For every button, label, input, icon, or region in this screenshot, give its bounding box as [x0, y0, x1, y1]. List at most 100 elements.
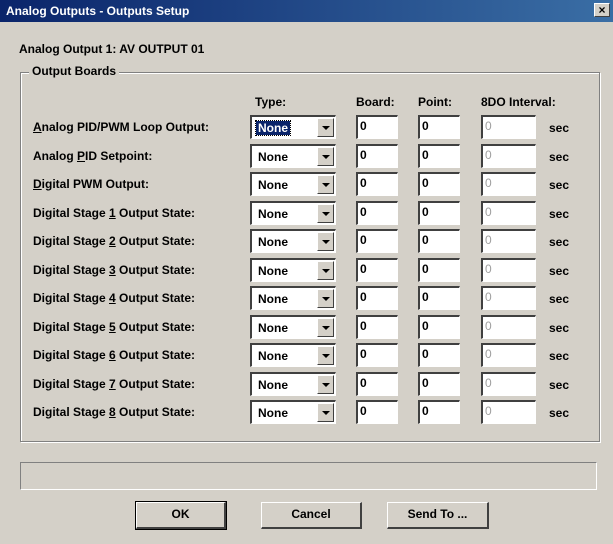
cancel-button[interactable]: Cancel — [261, 502, 362, 529]
row-label-text: Analog — [33, 149, 77, 163]
row-label-accelerator: 8 — [109, 405, 116, 419]
board-field[interactable]: 0 — [356, 258, 398, 282]
chevron-down-icon[interactable] — [317, 289, 334, 308]
interval-field: 0 — [481, 343, 536, 367]
point-field[interactable]: 0 — [418, 144, 460, 168]
row-label: Digital Stage 6 Output State: — [33, 348, 195, 362]
interval-unit: sec — [549, 207, 570, 221]
row-label-text: ID Setpoint: — [85, 149, 153, 163]
interval-unit: sec — [549, 178, 570, 192]
board-field[interactable]: 0 — [356, 286, 398, 310]
type-select[interactable]: None — [250, 286, 336, 310]
ok-button[interactable]: OK — [135, 501, 227, 530]
board-field[interactable]: 0 — [356, 343, 398, 367]
type-select[interactable]: None — [250, 229, 336, 253]
type-select[interactable]: None — [250, 400, 336, 424]
row-label-text: igital PWM Output: — [41, 177, 149, 191]
title-bar[interactable]: Analog Outputs - Outputs Setup × — [0, 0, 613, 22]
board-field[interactable]: 0 — [356, 315, 398, 339]
type-select[interactable]: None — [250, 315, 336, 339]
board-field[interactable]: 0 — [356, 372, 398, 396]
send-to-button[interactable]: Send To ... — [387, 502, 489, 529]
interval-unit: sec — [549, 406, 570, 420]
status-bar — [20, 462, 597, 490]
point-field[interactable]: 0 — [418, 343, 460, 367]
point-field[interactable]: 0 — [418, 115, 460, 139]
type-select[interactable]: None — [250, 201, 336, 225]
row-label: Digital Stage 2 Output State: — [33, 234, 195, 248]
type-select[interactable]: None — [250, 372, 336, 396]
point-field[interactable]: 0 — [418, 229, 460, 253]
point-field[interactable]: 0 — [418, 372, 460, 396]
chevron-down-icon[interactable] — [317, 261, 334, 280]
row-label: Digital Stage 1 Output State: — [33, 206, 195, 220]
board-field[interactable]: 0 — [356, 229, 398, 253]
chevron-down-icon[interactable] — [317, 204, 334, 223]
board-column-header: Board: — [356, 95, 395, 109]
type-select-value: None — [258, 178, 288, 192]
row-label-text: Digital Stage — [33, 348, 110, 362]
chevron-down-icon[interactable] — [317, 147, 334, 166]
interval-unit: sec — [549, 349, 570, 363]
row-label-text: Digital Stage — [33, 206, 110, 220]
row-label-text: Digital Stage — [33, 234, 110, 248]
interval-unit: sec — [549, 121, 570, 135]
point-field[interactable]: 0 — [418, 315, 460, 339]
row-label-accelerator: 4 — [109, 291, 116, 305]
row-label-accelerator: A — [33, 120, 42, 134]
row-label-text: Output State: — [115, 291, 196, 305]
row-label-text: Digital Stage — [33, 263, 110, 277]
interval-unit: sec — [549, 235, 570, 249]
row-label-accelerator: P — [77, 149, 86, 163]
type-select[interactable]: None — [250, 258, 336, 282]
board-field[interactable]: 0 — [356, 201, 398, 225]
chevron-down-icon[interactable] — [317, 375, 334, 394]
chevron-down-icon[interactable] — [317, 318, 334, 337]
row-label: Digital Stage 7 Output State: — [33, 377, 195, 391]
type-select[interactable]: None — [250, 172, 336, 196]
close-button[interactable]: × — [594, 3, 610, 17]
board-field[interactable]: 0 — [356, 400, 398, 424]
interval-unit: sec — [549, 321, 570, 335]
row-label-text: Output State: — [115, 263, 196, 277]
point-field[interactable]: 0 — [418, 400, 460, 424]
chevron-down-icon[interactable] — [317, 175, 334, 194]
row-label-accelerator: 6 — [109, 348, 116, 362]
type-select-value: None — [258, 378, 288, 392]
row-label: Digital Stage 4 Output State: — [33, 291, 195, 305]
row-label-accelerator: 7 — [109, 377, 116, 391]
point-field[interactable]: 0 — [418, 201, 460, 225]
board-field[interactable]: 0 — [356, 115, 398, 139]
interval-field: 0 — [481, 144, 536, 168]
close-icon: × — [598, 3, 606, 17]
chevron-down-icon[interactable] — [317, 346, 334, 365]
row-label-accelerator: 1 — [109, 206, 116, 220]
row-label-text: Digital Stage — [33, 320, 110, 334]
point-field[interactable]: 0 — [418, 286, 460, 310]
interval-field: 0 — [481, 286, 536, 310]
row-label-text: Digital Stage — [33, 377, 110, 391]
type-select[interactable]: None — [250, 144, 336, 168]
interval-field: 0 — [481, 172, 536, 196]
board-field[interactable]: 0 — [356, 144, 398, 168]
type-select[interactable]: None — [250, 115, 336, 139]
point-field[interactable]: 0 — [418, 172, 460, 196]
row-label-text: Output State: — [115, 348, 196, 362]
type-select-value: None — [258, 321, 288, 335]
point-field[interactable]: 0 — [418, 258, 460, 282]
type-column-header: Type: — [255, 95, 287, 109]
row-label-text: Digital Stage — [33, 291, 110, 305]
chevron-down-icon[interactable] — [317, 118, 334, 137]
type-select-value: None — [258, 150, 288, 164]
output-boards-legend: Output Boards — [29, 64, 119, 78]
type-select-value: None — [258, 207, 288, 221]
chevron-down-icon[interactable] — [317, 403, 334, 422]
row-label: Digital Stage 3 Output State: — [33, 263, 195, 277]
interval-field: 0 — [481, 201, 536, 225]
board-field[interactable]: 0 — [356, 172, 398, 196]
row-label-text: Output State: — [115, 234, 196, 248]
type-select[interactable]: None — [250, 343, 336, 367]
chevron-down-icon[interactable] — [317, 232, 334, 251]
row-label-accelerator: 2 — [109, 234, 116, 248]
interval-unit: sec — [549, 150, 570, 164]
